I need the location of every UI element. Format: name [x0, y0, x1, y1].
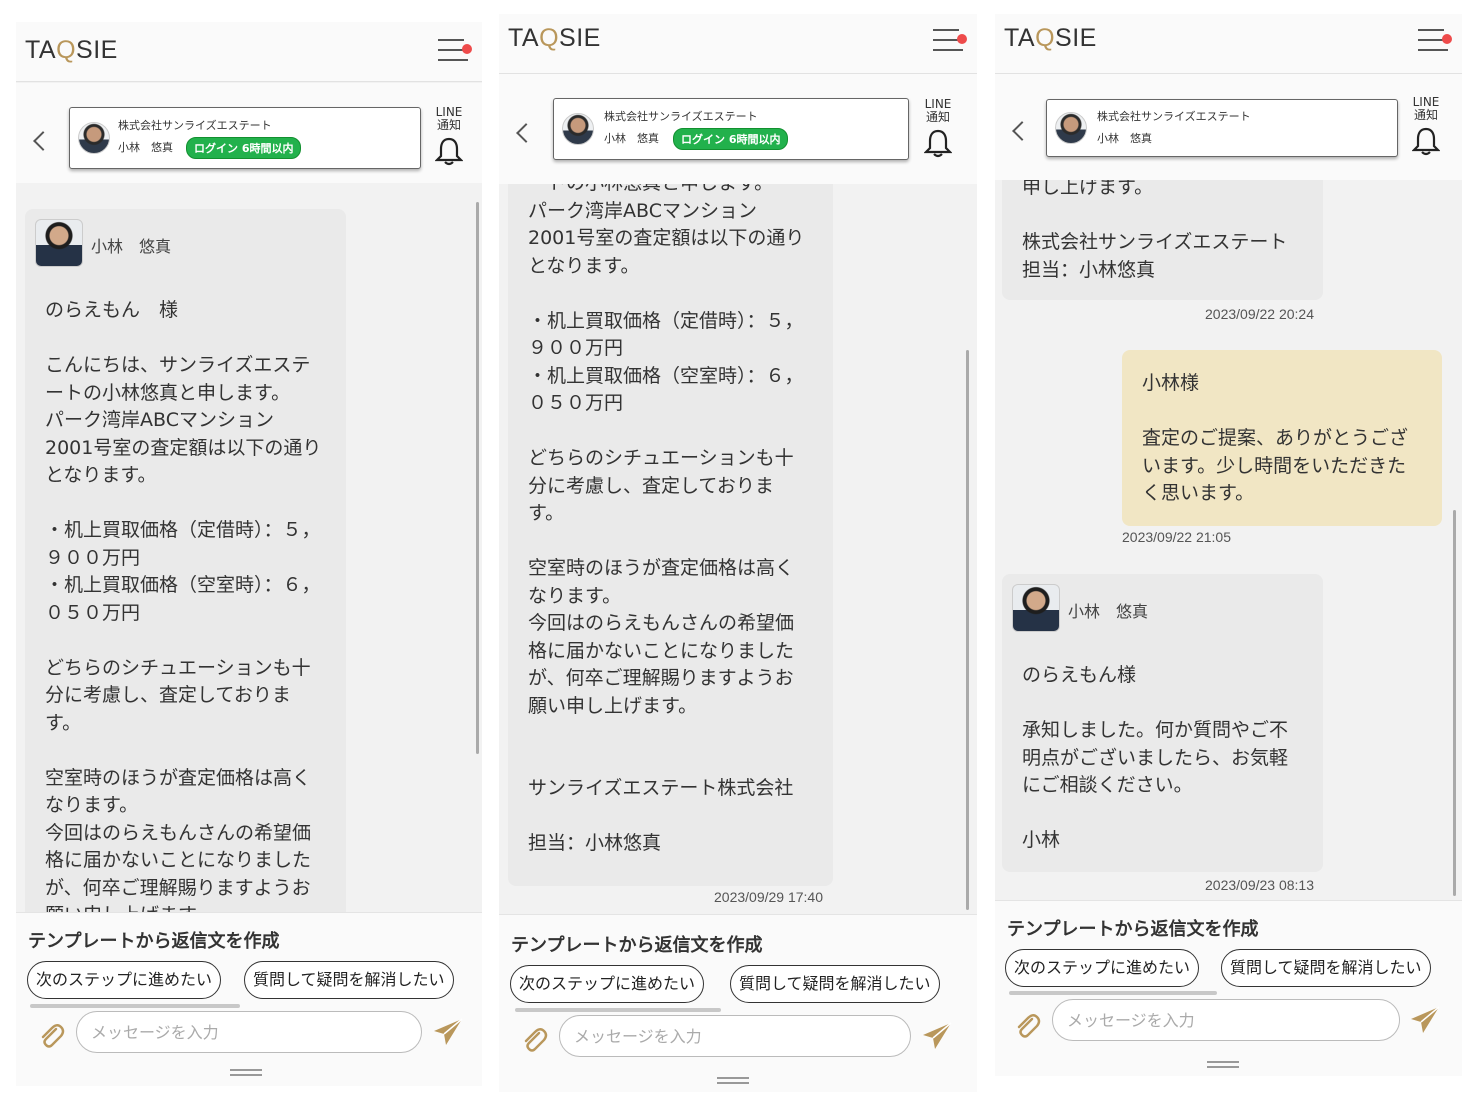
phone-screen-1: TAQSIE 株式会社サンライズエステート 小林 悠真 ログイン 6時間以内 L… — [16, 22, 482, 1086]
paperclip-icon[interactable] — [36, 1021, 66, 1051]
template-chip-next-step[interactable]: 次のステップに進めたい — [510, 965, 705, 1003]
reply-footer: テンプレートから返信文を作成 次のステップに進めたい 質問して疑問を解消したい — [16, 912, 482, 1086]
login-status-badge: ログイン 6時間以内 — [186, 137, 302, 159]
chip-scrollbar[interactable] — [515, 1008, 721, 1012]
paperclip-icon[interactable] — [519, 1025, 549, 1055]
phone-screen-3: TAQSIE 株式会社サンライズエステート 小林 悠真 LINE 通知 申し上げ… — [995, 14, 1462, 1076]
message-text: のらえもん 様 こんにちは、サンライズエステ ートの小林悠真と申します。 パーク… — [45, 299, 322, 912]
phone-screen-2: TAQSIE 株式会社サンライズエステート 小林 悠真 ログイン 6時間以内 L… — [499, 14, 977, 1092]
contact-bar: 株式会社サンライズエステート 小林 悠真 ログイン 6時間以内 LINE 通知 — [499, 74, 977, 184]
paperclip-icon[interactable] — [1012, 1011, 1042, 1041]
template-title: テンプレートから返信文を作成 — [511, 935, 763, 956]
menu-icon[interactable] — [933, 26, 967, 56]
sender-avatar — [1012, 584, 1060, 632]
template-chip-question[interactable]: 質問して疑問を解消したい — [730, 965, 940, 1003]
chat-area[interactable]: 小林 悠真 のらえもん 様 こんにちは、サンライズエステ ートの小林悠真と申しま… — [16, 184, 482, 912]
send-icon[interactable] — [432, 1017, 464, 1047]
message-bubble: 小林 悠真 のらえもん様 承知しました。何か質問やご不 明点がございましたら、お… — [1002, 574, 1323, 872]
app-logo[interactable]: TAQSIE — [508, 24, 601, 53]
back-icon[interactable] — [1012, 121, 1032, 141]
message-input[interactable] — [76, 1011, 422, 1053]
line-notify-label-2: 通知 — [436, 118, 461, 132]
template-chip-next-step[interactable]: 次のステップに進めたい — [1005, 949, 1200, 987]
contact-card[interactable]: 株式会社サンライズエステート 小林 悠真 ログイン 6時間以内 — [69, 107, 421, 169]
app-logo[interactable]: TAQSIE — [25, 36, 118, 65]
contact-card[interactable]: 株式会社サンライズエステート 小林 悠真 — [1046, 99, 1398, 157]
app-header: TAQSIE — [16, 22, 482, 82]
bell-icon — [1412, 127, 1440, 156]
message-timestamp: 2023/09/22 20:24 — [1205, 306, 1314, 322]
message-input[interactable] — [559, 1015, 911, 1057]
person-name: 小林 悠真 — [1097, 132, 1152, 145]
app-header: TAQSIE — [499, 14, 977, 74]
contact-bar: 株式会社サンライズエステート 小林 悠真 LINE 通知 — [995, 74, 1462, 180]
notification-dot — [1442, 34, 1452, 44]
drawer-handle[interactable] — [1207, 1061, 1239, 1068]
line-notify-button[interactable]: LINE 通知 — [918, 98, 958, 158]
drawer-handle[interactable] — [717, 1077, 749, 1084]
sender-avatar — [35, 219, 83, 267]
reply-footer: テンプレートから返信文を作成 次のステップに進めたい 質問して疑問を解消したい — [499, 914, 977, 1092]
message-bubble: 小林 悠真 のらえもん 様 こんにちは、サンライズエステ ートの小林悠真と申しま… — [25, 209, 346, 912]
avatar — [78, 122, 110, 154]
contact-bar: 株式会社サンライズエステート 小林 悠真 ログイン 6時間以内 LINE 通知 — [16, 83, 482, 183]
chat-area[interactable]: 申し上げます。 株式会社サンライズエステート 担当：小林悠真 2023/09/2… — [995, 180, 1462, 900]
sender-name: 小林 悠真 — [1068, 602, 1149, 621]
menu-icon[interactable] — [1418, 26, 1452, 56]
company-name: 株式会社サンライズエステート — [604, 110, 758, 123]
chip-scrollbar[interactable] — [1009, 991, 1217, 995]
my-message-bubble: 小林様 査定のご提案、ありがとうござ います。少し時間をいただきた く思います。 — [1122, 350, 1442, 526]
app-logo[interactable]: TAQSIE — [1004, 24, 1097, 53]
my-message-text: 小林様 査定のご提案、ありがとうござ います。少し時間をいただきた く思います。 — [1142, 372, 1409, 504]
message-text: 申し上げます。 株式会社サンライズエステート 担当：小林悠真 — [1022, 180, 1288, 281]
message-timestamp: 2023/09/29 17:40 — [714, 889, 823, 905]
sender-name: 小林 悠真 — [91, 237, 172, 256]
scrollbar[interactable] — [966, 350, 969, 910]
back-icon[interactable] — [516, 123, 536, 143]
notification-dot — [957, 34, 967, 44]
login-status-badge: ログイン 6時間以内 — [673, 128, 789, 150]
line-notify-button[interactable]: LINE 通知 — [1406, 96, 1446, 156]
chip-scrollbar[interactable] — [30, 1004, 240, 1008]
scrollbar[interactable] — [476, 202, 479, 754]
menu-icon[interactable] — [438, 36, 472, 66]
scrollbar[interactable] — [1453, 510, 1456, 896]
template-chip-next-step[interactable]: 次のステップに進めたい — [27, 961, 222, 999]
back-icon[interactable] — [33, 131, 53, 151]
message-bubble: 申し上げます。 株式会社サンライズエステート 担当：小林悠真 — [1002, 180, 1323, 300]
avatar — [562, 113, 594, 145]
app-header: TAQSIE — [995, 14, 1462, 74]
message-text: のらえもん様 承知しました。何か質問やご不 明点がございましたら、お気軽 にご相… — [1022, 664, 1289, 851]
reply-footer: テンプレートから返信文を作成 次のステップに進めたい 質問して疑問を解消したい — [995, 900, 1462, 1076]
bell-icon — [924, 129, 952, 158]
message-input[interactable] — [1052, 999, 1400, 1041]
message-timestamp: 2023/09/23 08:13 — [1205, 877, 1314, 893]
my-message-timestamp: 2023/09/22 21:05 — [1122, 529, 1231, 545]
company-name: 株式会社サンライズエステート — [1097, 110, 1251, 123]
send-icon[interactable] — [1409, 1005, 1441, 1035]
line-notify-label-2: 通知 — [1413, 108, 1438, 122]
template-chip-question[interactable]: 質問して疑問を解消したい — [244, 961, 454, 999]
person-name: 小林 悠真 — [604, 132, 659, 145]
message-bubble: ートの小林悠真と申します。 パーク湾岸ABCマンション 2001号室の査定額は以… — [508, 184, 833, 886]
company-name: 株式会社サンライズエステート — [118, 119, 272, 132]
contact-card[interactable]: 株式会社サンライズエステート 小林 悠真 ログイン 6時間以内 — [553, 98, 909, 160]
chat-area[interactable]: ートの小林悠真と申します。 パーク湾岸ABCマンション 2001号室の査定額は以… — [499, 184, 977, 914]
send-icon[interactable] — [921, 1021, 953, 1051]
template-chip-question[interactable]: 質問して疑問を解消したい — [1221, 949, 1431, 987]
avatar — [1055, 112, 1087, 144]
bell-icon — [435, 137, 463, 166]
line-notify-label-2: 通知 — [925, 110, 950, 124]
notification-dot — [462, 44, 472, 54]
drawer-handle[interactable] — [230, 1069, 262, 1076]
template-title: テンプレートから返信文を作成 — [1007, 919, 1259, 940]
line-notify-button[interactable]: LINE 通知 — [429, 106, 469, 166]
message-text: ートの小林悠真と申します。 パーク湾岸ABCマンション 2001号室の査定額は以… — [528, 184, 805, 854]
template-title: テンプレートから返信文を作成 — [28, 931, 280, 952]
person-name: 小林 悠真 — [118, 141, 173, 154]
